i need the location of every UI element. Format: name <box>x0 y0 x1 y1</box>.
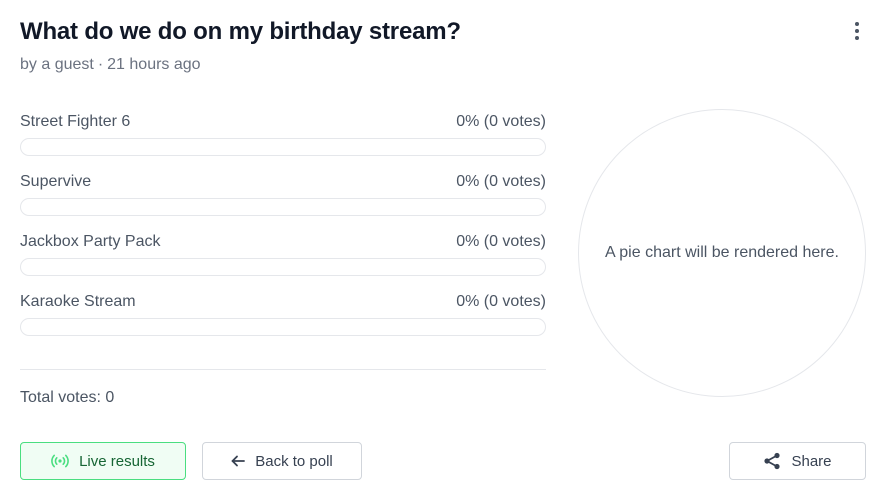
back-to-poll-label: Back to poll <box>255 452 333 470</box>
meta-separator: · <box>97 56 104 73</box>
option-progress-bar <box>20 138 546 156</box>
total-votes: Total votes: 0 <box>20 389 115 406</box>
poll-option: Street Fighter 6 0% (0 votes) <box>20 112 546 172</box>
more-options-button[interactable] <box>846 21 868 45</box>
option-result: 0% (0 votes) <box>456 293 546 310</box>
option-label: Karaoke Stream <box>20 293 136 310</box>
pie-placeholder-text: A pie chart will be rendered here. <box>605 244 839 261</box>
option-result: 0% (0 votes) <box>456 113 546 130</box>
poll-option: Jackbox Party Pack 0% (0 votes) <box>20 232 546 292</box>
option-label: Jackbox Party Pack <box>20 233 161 250</box>
option-progress-bar <box>20 258 546 276</box>
more-vertical-icon <box>855 21 859 45</box>
option-label: Street Fighter 6 <box>20 113 131 130</box>
option-result: 0% (0 votes) <box>456 173 546 190</box>
poll-option: Karaoke Stream 0% (0 votes) <box>20 292 546 352</box>
option-result: 0% (0 votes) <box>456 233 546 250</box>
poll-meta: by a guest · 21 hours ago <box>20 56 201 74</box>
poll-time: 21 hours ago <box>107 56 201 73</box>
option-progress-bar <box>20 198 546 216</box>
poll-options: Street Fighter 6 0% (0 votes) Supervive … <box>20 112 546 352</box>
live-results-button[interactable]: Live results <box>20 442 186 480</box>
share-label: Share <box>791 452 832 470</box>
broadcast-icon <box>51 454 69 468</box>
poll-author: by a guest <box>20 56 94 73</box>
back-to-poll-button[interactable]: Back to poll <box>202 442 362 480</box>
option-progress-bar <box>20 318 546 336</box>
share-icon <box>763 452 781 470</box>
live-results-label: Live results <box>79 452 155 470</box>
arrow-left-icon <box>231 455 246 467</box>
pie-chart-placeholder: A pie chart will be rendered here. <box>578 109 866 397</box>
option-label: Supervive <box>20 173 92 190</box>
poll-option: Supervive 0% (0 votes) <box>20 172 546 232</box>
share-button[interactable]: Share <box>729 442 866 480</box>
results-divider <box>20 369 546 370</box>
poll-title: What do we do on my birthday stream? <box>20 18 461 45</box>
